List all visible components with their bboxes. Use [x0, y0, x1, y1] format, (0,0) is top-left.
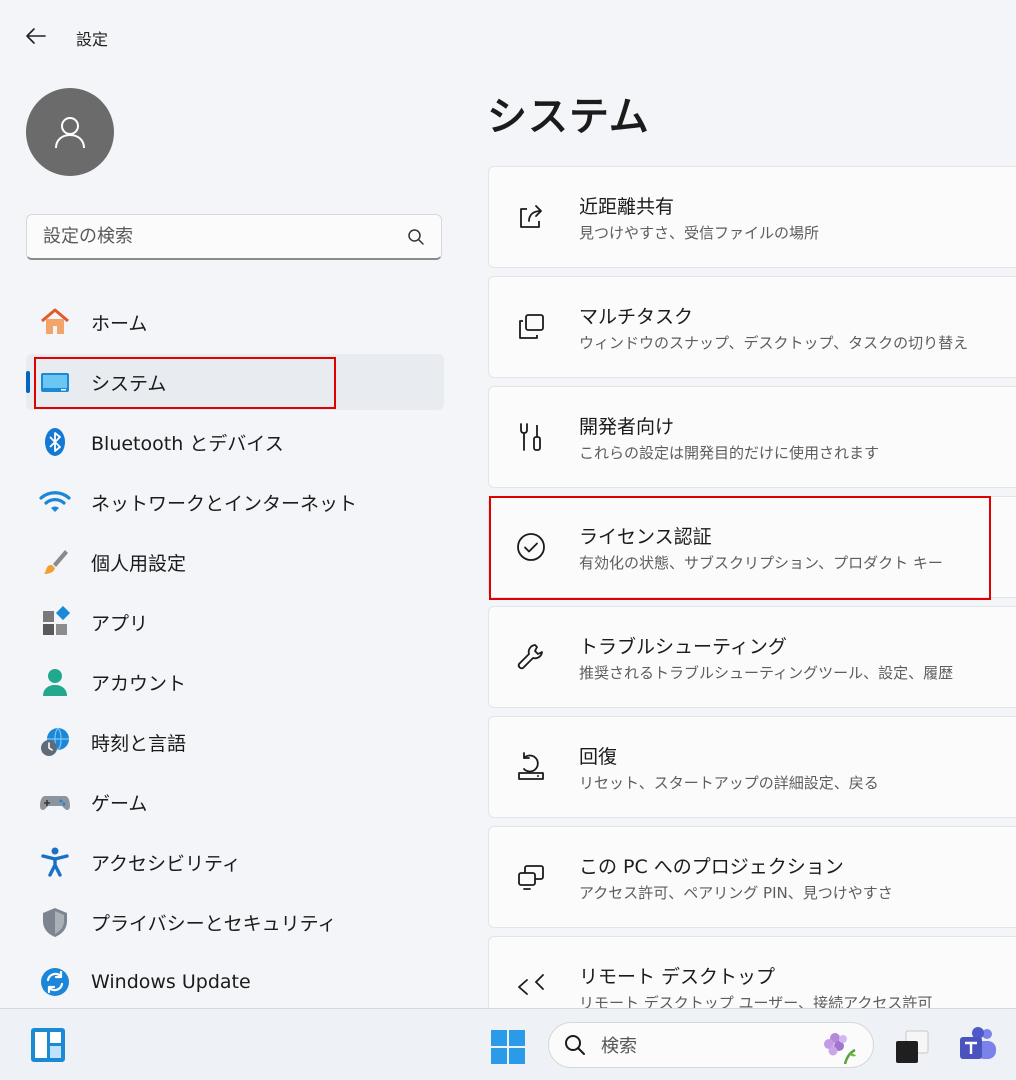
- accessibility-icon: [38, 845, 72, 879]
- title-bar: 設定: [0, 0, 1016, 72]
- wrench-icon: [513, 639, 549, 675]
- back-button[interactable]: [22, 24, 50, 48]
- teams-button[interactable]: [958, 1025, 998, 1065]
- sidebar-item-gaming[interactable]: ゲーム: [26, 774, 444, 830]
- widgets-button[interactable]: [30, 1027, 66, 1063]
- card-multitasking[interactable]: マルチタスク ウィンドウのスナップ、デスクトップ、タスクの切り替え: [488, 276, 1016, 378]
- card-subtitle: 推奨されるトラブルシューティングツール、設定、履歴: [579, 663, 954, 682]
- sidebar-item-label: アカウント: [91, 672, 187, 695]
- task-view-icon: [896, 1030, 929, 1063]
- multitask-icon: [513, 309, 549, 345]
- sidebar-item-label: アプリ: [91, 612, 149, 635]
- projection-icon: [513, 859, 549, 895]
- card-title: マルチタスク: [579, 305, 694, 328]
- account-icon: [38, 665, 72, 699]
- settings-search-input[interactable]: [43, 226, 407, 247]
- sidebar-item-label: Windows Update: [91, 971, 251, 993]
- recovery-icon: [513, 749, 549, 785]
- sidebar-item-personalization[interactable]: 個人用設定: [26, 534, 444, 590]
- card-subtitle: リセット、スタートアップの詳細設定、戻る: [579, 773, 879, 792]
- bluetooth-icon: [38, 425, 72, 459]
- check-circle-icon: [513, 529, 549, 565]
- sidebar-item-bluetooth[interactable]: Bluetooth とデバイス: [26, 414, 444, 470]
- taskbar: 検索: [0, 1008, 1016, 1080]
- sidebar-item-label: プライバシーとセキュリティ: [91, 912, 337, 935]
- developer-tools-icon: [513, 419, 549, 455]
- card-title: 回復: [579, 745, 618, 768]
- taskbar-search-box[interactable]: 検索: [548, 1022, 874, 1068]
- card-subtitle: 見つけやすさ、受信ファイルの場所: [579, 223, 820, 242]
- taskbar-search-label: 検索: [601, 1036, 637, 1057]
- sidebar-item-time-language[interactable]: 時刻と言語: [26, 714, 444, 770]
- sidebar-item-label: 個人用設定: [91, 552, 187, 575]
- sidebar-item-privacy[interactable]: プライバシーとセキュリティ: [26, 894, 444, 950]
- card-activation[interactable]: ライセンス認証 有効化の状態、サブスクリプション、プロダクト キー: [488, 496, 1016, 598]
- sidebar-item-accessibility[interactable]: アクセシビリティ: [26, 834, 444, 890]
- start-button[interactable]: [490, 1029, 526, 1065]
- sidebar-item-apps[interactable]: アプリ: [26, 594, 444, 650]
- card-troubleshoot[interactable]: トラブルシューティング 推奨されるトラブルシューティングツール、設定、履歴: [488, 606, 1016, 708]
- sidebar-item-label: Bluetooth とデバイス: [91, 432, 284, 455]
- search-icon: [408, 228, 424, 245]
- system-icon: [38, 365, 72, 399]
- sidebar-item-label: 時刻と言語: [91, 732, 187, 755]
- sidebar-item-label: ネットワークとインターネット: [91, 492, 358, 515]
- card-title: この PC へのプロジェクション: [579, 855, 844, 878]
- sidebar-item-label: ホーム: [91, 312, 148, 335]
- windows-update-icon: [38, 965, 72, 999]
- card-title: 近距離共有: [579, 195, 675, 218]
- sidebar-item-system[interactable]: システム: [26, 354, 444, 410]
- sidebar-item-home[interactable]: ホーム: [26, 294, 444, 350]
- card-title: ライセンス認証: [579, 525, 712, 548]
- search-icon: [565, 1035, 585, 1055]
- card-subtitle: アクセス許可、ペアリング PIN、見つけやすさ: [579, 883, 893, 902]
- card-title: リモート デスクトップ: [579, 965, 776, 988]
- time-language-icon: [38, 725, 72, 759]
- settings-card-list: 近距離共有 見つけやすさ、受信ファイルの場所 マルチタスク ウィンドウのスナップ…: [488, 166, 1016, 1046]
- card-subtitle: これらの設定は開発目的だけに使用されます: [579, 443, 880, 462]
- settings-search-box[interactable]: [26, 214, 442, 260]
- remote-desktop-icon: [513, 969, 549, 1005]
- page-title: システム: [487, 94, 650, 140]
- teams-icon: [960, 1027, 996, 1059]
- gamepad-icon: [38, 785, 72, 819]
- sidebar-item-windows-update[interactable]: Windows Update: [26, 954, 444, 1010]
- card-title: トラブルシューティング: [579, 635, 787, 658]
- back-arrow-icon: [26, 28, 46, 44]
- app-title: 設定: [76, 30, 109, 49]
- sidebar-item-label: システム: [91, 372, 167, 395]
- card-title: 開発者向け: [579, 415, 675, 438]
- apps-icon: [38, 605, 72, 639]
- sidebar-item-label: ゲーム: [91, 792, 148, 815]
- brush-icon: [38, 545, 72, 579]
- share-icon: [513, 199, 549, 235]
- card-subtitle: 有効化の状態、サブスクリプション、プロダクト キー: [579, 553, 943, 572]
- card-subtitle: ウィンドウのスナップ、デスクトップ、タスクの切り替え: [579, 333, 969, 352]
- card-projecting[interactable]: この PC へのプロジェクション アクセス許可、ペアリング PIN、見つけやすさ: [488, 826, 1016, 928]
- wifi-icon: [38, 485, 72, 519]
- windows-logo-icon: [491, 1030, 525, 1064]
- avatar[interactable]: [26, 88, 114, 176]
- user-icon: [55, 117, 85, 149]
- widgets-icon: [31, 1028, 65, 1062]
- card-for-developers[interactable]: 開発者向け これらの設定は開発目的だけに使用されます: [488, 386, 1016, 488]
- highlight-box: [34, 357, 336, 409]
- sidebar-item-label: アクセシビリティ: [91, 852, 241, 875]
- sidebar-item-accounts[interactable]: アカウント: [26, 654, 444, 710]
- card-recovery[interactable]: 回復 リセット、スタートアップの詳細設定、戻る: [488, 716, 1016, 818]
- card-nearby-sharing[interactable]: 近距離共有 見つけやすさ、受信ファイルの場所: [488, 166, 1016, 268]
- task-view-button[interactable]: [892, 1027, 932, 1067]
- sidebar-nav: ホーム システム Bluetooth とデバイス ネットワークとインターネット …: [26, 294, 444, 1014]
- shield-icon: [38, 905, 72, 939]
- sidebar-item-network[interactable]: ネットワークとインターネット: [26, 474, 444, 530]
- flower-icon: [824, 1033, 856, 1065]
- home-icon: [38, 305, 72, 339]
